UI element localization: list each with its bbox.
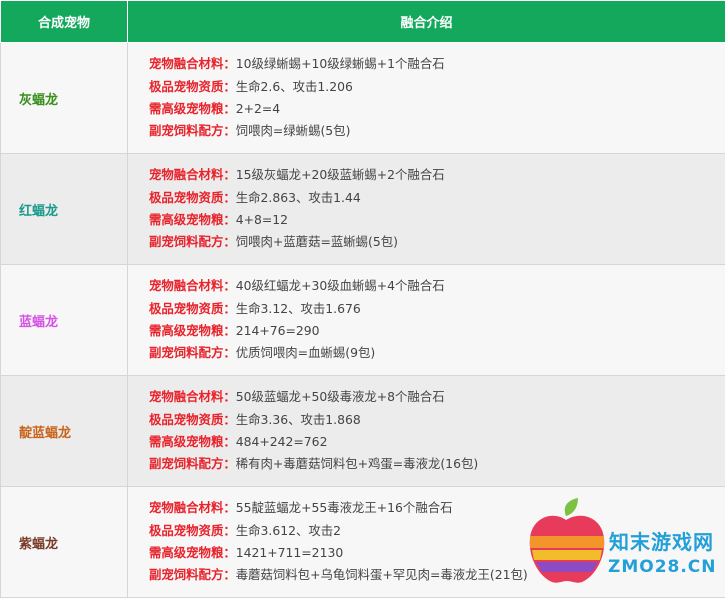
detail-label: 副宠饲料配方： (149, 123, 236, 138)
detail-label: 极品宠物资质： (149, 412, 236, 427)
detail-label: 极品宠物资质： (149, 190, 236, 205)
detail-value: 10级绿蜥蜴+10级绿蜥蜴+1个融合石 (236, 56, 445, 71)
detail-label: 极品宠物资质： (149, 79, 236, 94)
detail-line: 极品宠物资质：生命3.12、攻击1.676 (149, 298, 725, 320)
detail-value: 214+76=290 (236, 323, 320, 338)
detail-line: 需高级宠物粮：484+242=762 (149, 431, 725, 453)
header-pet: 合成宠物 (1, 1, 128, 43)
table-row: 靛蓝蝠龙宠物融合材料：50级蓝蝠龙+50级毒液龙+8个融合石极品宠物资质：生命3… (1, 376, 725, 487)
detail-value: 饲喂肉=绿蜥蜴(5包) (236, 123, 351, 138)
detail-label: 副宠饲料配方： (149, 456, 236, 471)
detail-line: 极品宠物资质：生命2.6、攻击1.206 (149, 76, 725, 98)
pet-name: 蓝蝠龙 (1, 265, 128, 376)
detail-label: 极品宠物资质： (149, 301, 236, 316)
detail-line: 副宠饲料配方：稀有肉+毒蘑菇饲料包+鸡蛋=毒液龙(16包) (149, 453, 725, 475)
detail-value: 生命3.12、攻击1.676 (236, 301, 361, 316)
detail-label: 宠物融合材料： (149, 56, 236, 71)
table-row: 红蝠龙宠物融合材料：15级灰蝠龙+20级蓝蜥蜴+2个融合石极品宠物资质：生命2.… (1, 154, 725, 265)
detail-value: 生命3.36、攻击1.868 (236, 412, 361, 427)
detail-line: 需高级宠物粮：214+76=290 (149, 320, 725, 342)
detail-line: 极品宠物资质：生命3.36、攻击1.868 (149, 409, 725, 431)
detail-line: 需高级宠物粮：2+2=4 (149, 98, 725, 120)
detail-value: 生命3.612、攻击2 (236, 523, 341, 538)
detail-line: 需高级宠物粮：4+8=12 (149, 209, 725, 231)
table-row: 灰蝠龙宠物融合材料：10级绿蜥蜴+10级绿蜥蜴+1个融合石极品宠物资质：生命2.… (1, 43, 725, 154)
detail-label: 需高级宠物粮： (149, 545, 236, 560)
detail-label: 需高级宠物粮： (149, 212, 236, 227)
fusion-details: 宠物融合材料：50级蓝蝠龙+50级毒液龙+8个融合石极品宠物资质：生命3.36、… (128, 376, 725, 487)
detail-value: 15级灰蝠龙+20级蓝蜥蜴+2个融合石 (236, 167, 445, 182)
detail-line: 副宠饲料配方：优质饲喂肉=血蜥蜴(9包) (149, 342, 725, 364)
detail-value: 55靛蓝蝠龙+55毒液龙王+16个融合石 (236, 500, 453, 515)
detail-label: 副宠饲料配方： (149, 234, 236, 249)
header-fusion-intro: 融合介绍 (128, 1, 725, 43)
fusion-details: 宠物融合材料：40级红蝠龙+30级血蜥蜴+4个融合石极品宠物资质：生命3.12、… (128, 265, 725, 376)
detail-value: 毒蘑菇饲料包+乌龟饲料蛋+罕见肉=毒液龙王(21包) (236, 567, 528, 582)
detail-label: 宠物融合材料： (149, 167, 236, 182)
detail-value: 40级红蝠龙+30级血蜥蜴+4个融合石 (236, 278, 445, 293)
detail-value: 生命2.6、攻击1.206 (236, 79, 353, 94)
detail-label: 极品宠物资质： (149, 523, 236, 538)
pet-name: 紫蝠龙 (1, 487, 128, 598)
detail-line: 副宠饲料配方：饲喂肉+蓝蘑菇=蓝蜥蜴(5包) (149, 231, 725, 253)
detail-line: 宠物融合材料：15级灰蝠龙+20级蓝蜥蜴+2个融合石 (149, 164, 725, 186)
detail-line: 极品宠物资质：生命2.863、攻击1.44 (149, 187, 725, 209)
detail-value: 4+8=12 (236, 212, 288, 227)
detail-line: 宠物融合材料：10级绿蜥蜴+10级绿蜥蜴+1个融合石 (149, 53, 725, 75)
detail-label: 副宠饲料配方： (149, 567, 236, 582)
table-row: 蓝蝠龙宠物融合材料：40级红蝠龙+30级血蜥蜴+4个融合石极品宠物资质：生命3.… (1, 265, 725, 376)
detail-line: 副宠饲料配方：饲喂肉=绿蜥蜴(5包) (149, 120, 725, 142)
table-header-row: 合成宠物 融合介绍 (1, 1, 725, 43)
apple-logo-icon (522, 496, 612, 591)
detail-value: 饲喂肉+蓝蘑菇=蓝蜥蜴(5包) (236, 234, 398, 249)
detail-label: 宠物融合材料： (149, 500, 236, 515)
detail-value: 优质饲喂肉=血蜥蜴(9包) (236, 345, 375, 360)
detail-value: 50级蓝蝠龙+50级毒液龙+8个融合石 (236, 389, 445, 404)
detail-value: 生命2.863、攻击1.44 (236, 190, 361, 205)
site-watermark: 知末游戏网 ZMO28.CN (522, 496, 725, 591)
watermark-domain: ZMO28.CN (608, 557, 717, 577)
detail-label: 需高级宠物粮： (149, 101, 236, 116)
fusion-details: 宠物融合材料：15级灰蝠龙+20级蓝蜥蜴+2个融合石极品宠物资质：生命2.863… (128, 154, 725, 265)
detail-line: 宠物融合材料：40级红蝠龙+30级血蜥蜴+4个融合石 (149, 275, 725, 297)
detail-value: 1421+711=2130 (236, 545, 343, 560)
detail-label: 需高级宠物粮： (149, 434, 236, 449)
detail-label: 宠物融合材料： (149, 278, 236, 293)
detail-value: 2+2=4 (236, 101, 280, 116)
pet-name: 红蝠龙 (1, 154, 128, 265)
fusion-details: 宠物融合材料：10级绿蜥蜴+10级绿蜥蜴+1个融合石极品宠物资质：生命2.6、攻… (128, 43, 725, 154)
detail-value: 484+242=762 (236, 434, 328, 449)
detail-label: 副宠饲料配方： (149, 345, 236, 360)
detail-label: 宠物融合材料： (149, 389, 236, 404)
watermark-site-name: 知末游戏网 (609, 526, 714, 555)
pet-name: 靛蓝蝠龙 (1, 376, 128, 487)
detail-line: 宠物融合材料：50级蓝蝠龙+50级毒液龙+8个融合石 (149, 386, 725, 408)
detail-value: 稀有肉+毒蘑菇饲料包+鸡蛋=毒液龙(16包) (236, 456, 478, 471)
detail-label: 需高级宠物粮： (149, 323, 236, 338)
pet-name: 灰蝠龙 (1, 43, 128, 154)
